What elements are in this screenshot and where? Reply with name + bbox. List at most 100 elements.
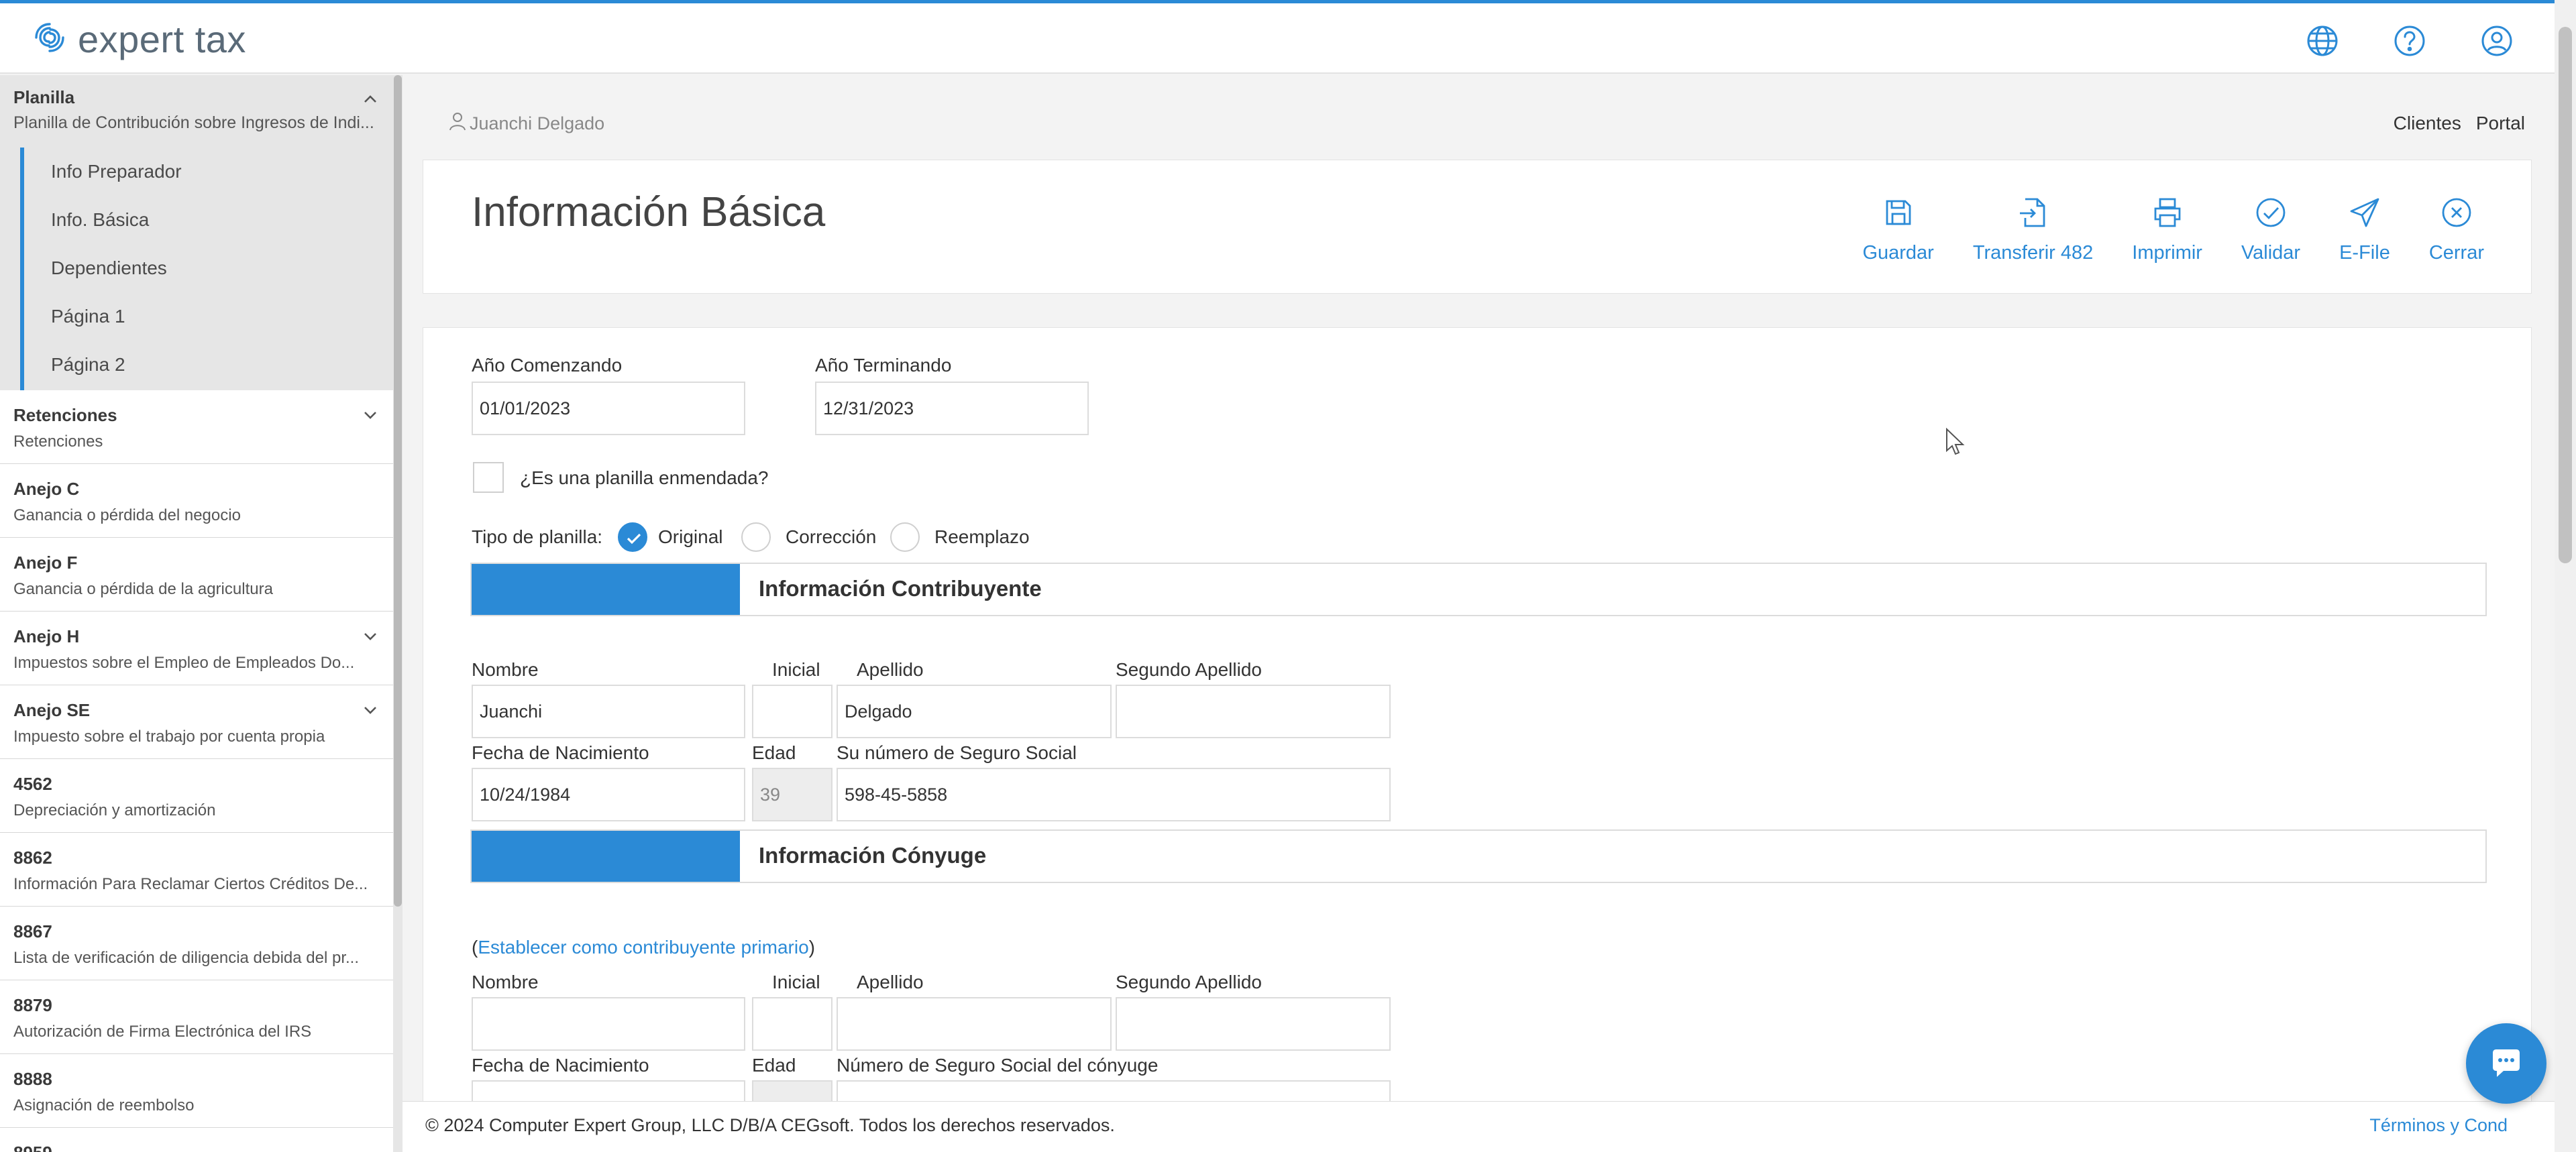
- sidebar-item-subtitle: Retenciones: [13, 433, 103, 451]
- logo-swirl-icon: [32, 20, 67, 58]
- sidebar-item-title: Anejo F: [13, 553, 78, 573]
- sidebar-item-8862[interactable]: 8862 Información Para Reclamar Ciertos C…: [0, 833, 394, 907]
- print-label: Imprimir: [2132, 242, 2202, 264]
- sidebar-item-subtitle: Ganancia o pérdida del negocio: [13, 506, 241, 524]
- sidebar-scrollbar-thumb[interactable]: [394, 75, 402, 907]
- sidebar-item-info-basica[interactable]: Info. Básica: [24, 196, 393, 244]
- radio-original[interactable]: [618, 522, 647, 552]
- form-card: Año Comenzando Año Terminando ¿Es una pl…: [423, 327, 2532, 1105]
- globe-icon[interactable]: [2305, 23, 2340, 62]
- file-transfer-icon: [2016, 195, 2051, 242]
- sidebar-item-pagina-2[interactable]: Página 2: [24, 341, 393, 389]
- chevron-down-icon[interactable]: [360, 626, 380, 646]
- sidebar-item-title: Anejo C: [13, 479, 80, 499]
- taxpayer-second-last-name-input[interactable]: [1116, 685, 1391, 738]
- transfer-button[interactable]: Transferir 482: [1973, 195, 2093, 264]
- sidebar-item-anejo-se[interactable]: Anejo SE Impuesto sobre el trabajo por c…: [0, 685, 394, 759]
- sidebar-item-subtitle: Depreciación y amortización: [13, 801, 216, 819]
- sidebar-item-dependientes[interactable]: Dependientes: [24, 244, 393, 292]
- page-scrollbar-thumb[interactable]: [2559, 27, 2572, 563]
- terms-link[interactable]: Términos y Cond: [2369, 1115, 2508, 1136]
- chevron-up-icon[interactable]: [360, 90, 380, 110]
- spouse-first-name-input[interactable]: [472, 997, 745, 1051]
- amended-checkbox[interactable]: [473, 462, 504, 493]
- printer-icon: [2150, 195, 2185, 242]
- chevron-down-icon[interactable]: [360, 700, 380, 720]
- spouse-section-title: Información Cónyuge: [759, 843, 987, 868]
- set-primary-paren-close: ): [808, 937, 815, 958]
- sidebar-item-subtitle: Información Para Reclamar Ciertos Crédit…: [13, 875, 368, 893]
- sidebar-scrollbar[interactable]: [393, 75, 402, 1152]
- taxpayer-last-name-input[interactable]: [837, 685, 1112, 738]
- taxpayer-first-name-input[interactable]: [472, 685, 745, 738]
- close-label: Cerrar: [2428, 242, 2484, 264]
- sidebar-item-8888[interactable]: 8888 Asignación de reembolso: [0, 1054, 394, 1128]
- sidebar-item-subtitle: Lista de verificación de diligencia debi…: [13, 949, 359, 967]
- validate-button[interactable]: Validar: [2241, 195, 2300, 264]
- sidebar-item-8867[interactable]: 8867 Lista de verificación de diligencia…: [0, 907, 394, 980]
- sidebar-item-anejo-c[interactable]: Anejo C Ganancia o pérdida del negocio: [0, 464, 394, 538]
- chevron-down-icon[interactable]: [360, 405, 380, 425]
- taxpayer-first-name-label: Nombre: [472, 659, 539, 680]
- spouse-initial-label: Inicial: [772, 972, 820, 992]
- radio-correccion[interactable]: [741, 522, 771, 552]
- sidebar-item-anejo-f[interactable]: Anejo F Ganancia o pérdida de la agricul…: [0, 538, 394, 612]
- clients-link[interactable]: Clientes: [2394, 113, 2461, 134]
- taxpayer-dob-input[interactable]: [472, 768, 745, 821]
- user-account-icon[interactable]: [2479, 23, 2514, 62]
- sidebar-item-4562[interactable]: 4562 Depreciación y amortización: [0, 759, 394, 833]
- chat-button[interactable]: [2466, 1023, 2546, 1104]
- set-primary-link[interactable]: Establecer como contribuyente primario: [478, 937, 808, 958]
- close-circle-icon: [2439, 195, 2474, 242]
- set-primary-paren-open: (: [472, 937, 478, 958]
- taxpayer-section-header: Información Contribuyente: [470, 563, 2487, 616]
- send-icon: [2347, 195, 2382, 242]
- radio-original-label: Original: [658, 526, 723, 547]
- year-end-input[interactable]: [815, 382, 1089, 435]
- radio-reemplazo[interactable]: [890, 522, 920, 552]
- sidebar-section-title: Planilla: [13, 87, 75, 107]
- sidebar-item-subtitle: Ganancia o pérdida de la agricultura: [13, 580, 273, 598]
- help-icon[interactable]: [2392, 23, 2427, 62]
- save-button[interactable]: Guardar: [1862, 195, 1934, 264]
- taxpayer-age-label: Edad: [752, 742, 796, 763]
- mouse-cursor-icon: [1946, 428, 1965, 455]
- efile-button[interactable]: E-File: [2339, 195, 2390, 264]
- page-title: Información Básica: [472, 189, 826, 235]
- sidebar-item-title: 8879: [13, 995, 52, 1015]
- taxpayer-ssn-label: Su número de Seguro Social: [837, 742, 1077, 763]
- radio-reemplazo-label: Reemplazo: [934, 526, 1030, 547]
- spouse-age-label: Edad: [752, 1055, 796, 1076]
- sidebar-section-subtitle: Planilla de Contribución sobre Ingresos …: [13, 113, 374, 132]
- print-button[interactable]: Imprimir: [2132, 195, 2202, 264]
- app-logo[interactable]: expert tax: [32, 18, 246, 60]
- spouse-last-name-input[interactable]: [837, 997, 1112, 1051]
- year-start-input[interactable]: [472, 382, 745, 435]
- title-card: Información Básica Guardar Transferir 48…: [423, 160, 2532, 294]
- spouse-second-last-name-input[interactable]: [1116, 997, 1391, 1051]
- sidebar-item-info-preparador[interactable]: Info Preparador: [24, 148, 393, 196]
- portal-link[interactable]: Portal: [2476, 113, 2525, 134]
- breadcrumb-client-name[interactable]: Juanchi Delgado: [470, 113, 604, 134]
- page-scrollbar[interactable]: [2555, 0, 2576, 1152]
- set-primary-row: (Establecer como contribuyente primario): [472, 937, 815, 958]
- taxpayer-last-name-label: Apellido: [857, 659, 924, 680]
- main-content: Juanchi Delgado Clientes Portal Informac…: [402, 75, 2555, 1105]
- sidebar-item-pagina-1[interactable]: Página 1: [24, 292, 393, 341]
- sidebar-section-planilla[interactable]: Planilla Planilla de Contribución sobre …: [0, 75, 394, 390]
- person-icon: [448, 111, 467, 136]
- sidebar-item-retenciones[interactable]: Retenciones Retenciones: [0, 390, 394, 464]
- sidebar-item-subtitle: Autorización de Firma Electrónica del IR…: [13, 1023, 312, 1041]
- sidebar-item-8879[interactable]: 8879 Autorización de Firma Electrónica d…: [0, 980, 394, 1054]
- toolbar: Guardar Transferir 482 Imprimir Validar: [1862, 195, 2484, 264]
- sidebar-item-title: 8862: [13, 848, 52, 868]
- spouse-initial-input[interactable]: [752, 997, 833, 1051]
- taxpayer-initial-input[interactable]: [752, 685, 833, 738]
- breadcrumb[interactable]: Juanchi Delgado: [448, 111, 604, 136]
- close-button[interactable]: Cerrar: [2429, 195, 2484, 264]
- footer: © 2024 Computer Expert Group, LLC D/B/A …: [402, 1101, 2555, 1152]
- spouse-second-last-name-label: Segundo Apellido: [1116, 972, 1262, 992]
- sidebar-item-8959[interactable]: 8959: [0, 1128, 394, 1152]
- sidebar-item-anejo-h[interactable]: Anejo H Impuestos sobre el Empleo de Emp…: [0, 612, 394, 685]
- taxpayer-ssn-input[interactable]: [837, 768, 1391, 821]
